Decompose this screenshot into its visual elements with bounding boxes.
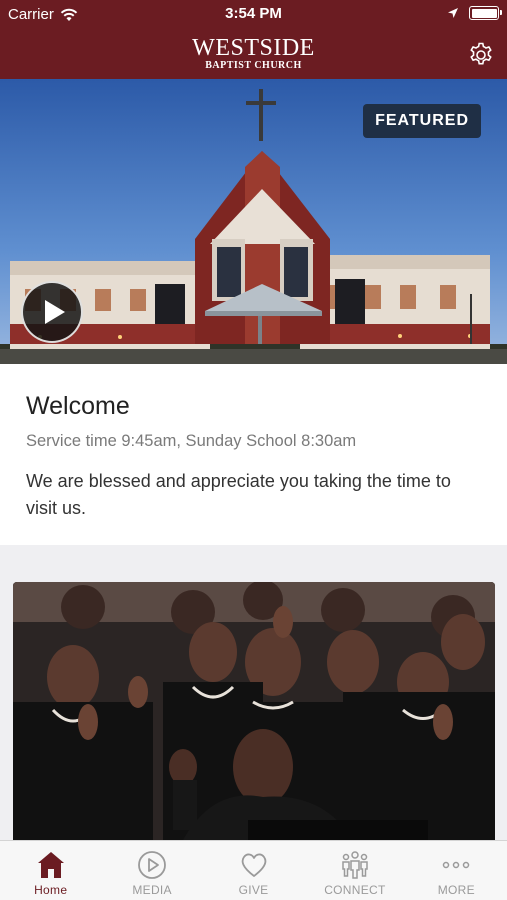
welcome-card[interactable]: Welcome Service time 9:45am, Sunday Scho… [0,364,507,545]
welcome-message: We are blessed and appreciate you taking… [26,471,451,518]
heart-icon [241,853,266,877]
status-right [447,6,502,20]
tab-media-label: MEDIA [132,883,172,897]
status-bar: Carrier 3:54 PM [0,0,507,30]
service-time: Service time 9:45am, Sunday School 8:30a… [26,432,357,450]
gear-icon[interactable] [467,41,495,69]
tab-give-label: GIVE [238,883,269,897]
welcome-title: Welcome [26,392,130,420]
play-icon [45,300,65,324]
tab-give[interactable]: GIVE [203,841,304,900]
church-logo: WESTSIDE BAPTIST CHURCH [0,36,507,71]
tab-bar: Home MEDIA GIVE CONNECT MORE [0,840,507,900]
tab-home-label: Home [34,883,68,897]
app-header: WESTSIDE BAPTIST CHURCH [0,30,507,79]
play-button[interactable] [21,281,83,343]
more-dots-icon [443,861,470,869]
location-arrow-icon [448,8,458,18]
play-circle-icon [138,851,167,879]
tab-more[interactable]: MORE [406,841,507,900]
choir-photo-card[interactable] [13,582,495,840]
choir-photo [13,582,495,840]
logo-line1: WESTSIDE [192,35,315,61]
tab-connect-label: CONNECT [324,883,386,897]
tab-media[interactable]: MEDIA [101,841,202,900]
people-icon [342,851,368,879]
tab-connect[interactable]: CONNECT [304,841,405,900]
status-time: 3:54 PM [225,5,282,22]
tab-more-label: MORE [437,883,475,897]
tab-home[interactable]: Home [0,841,101,900]
battery-icon [469,6,502,20]
home-icon [37,852,64,878]
featured-hero[interactable]: FEATURED [0,79,507,364]
logo-line2: BAPTIST CHURCH [205,60,302,71]
featured-badge: FEATURED [363,104,481,138]
